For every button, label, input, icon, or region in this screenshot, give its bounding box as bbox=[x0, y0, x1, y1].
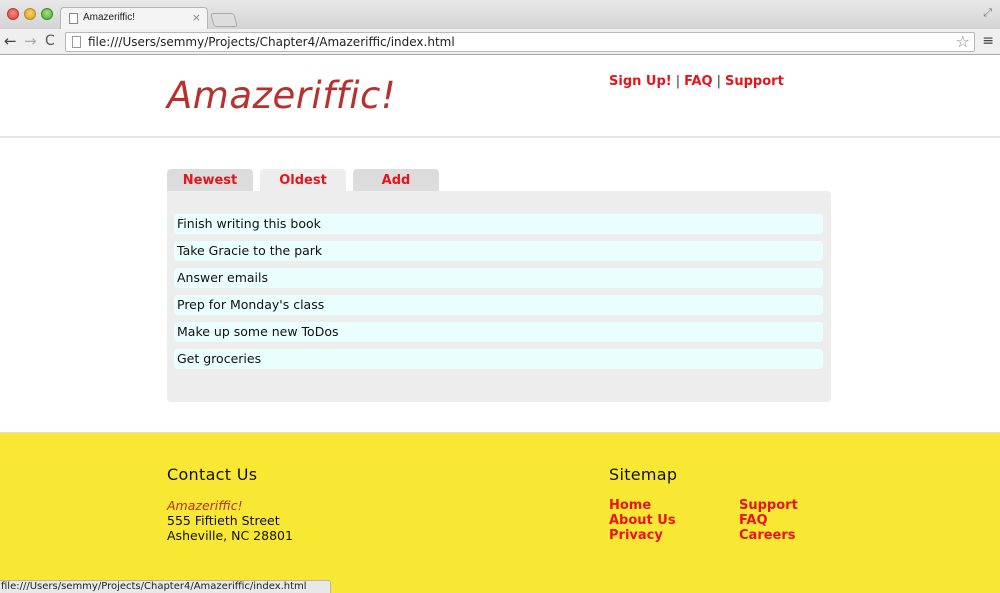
zoom-window-button[interactable] bbox=[41, 8, 53, 20]
menu-icon[interactable]: ≡ bbox=[982, 34, 994, 48]
close-window-button[interactable] bbox=[7, 8, 19, 20]
page-icon bbox=[69, 13, 78, 24]
sitemap-column-2: Support FAQ Careers bbox=[739, 498, 869, 543]
todo-item: Finish writing this book bbox=[174, 214, 823, 234]
contact-section: Contact Us Amazeriffic! 555 Fiftieth Str… bbox=[167, 465, 293, 543]
todo-item: Get groceries bbox=[174, 349, 823, 369]
bookmark-star-icon[interactable]: ☆ bbox=[956, 32, 970, 51]
todo-item: Prep for Monday's class bbox=[174, 295, 823, 315]
todo-item: Make up some new ToDos bbox=[174, 322, 823, 342]
sitemap-section: Sitemap Home About Us Privacy Support FA… bbox=[609, 465, 869, 543]
signup-link[interactable]: Sign Up! bbox=[609, 74, 672, 89]
page-icon bbox=[72, 36, 81, 48]
support-link[interactable]: Support bbox=[725, 74, 784, 89]
nav-separator: | bbox=[675, 74, 681, 89]
contact-heading: Contact Us bbox=[167, 465, 258, 484]
status-bar: file:///Users/semmy/Projects/Chapter4/Am… bbox=[0, 580, 331, 593]
sitemap-link-privacy[interactable]: Privacy bbox=[609, 528, 739, 543]
contact-brand: Amazeriffic! bbox=[167, 498, 243, 513]
tab-title: Amazeriffic! bbox=[83, 12, 136, 23]
todo-item: Answer emails bbox=[174, 268, 823, 288]
sitemap-link-home[interactable]: Home bbox=[609, 498, 739, 513]
nav-separator: | bbox=[716, 74, 721, 89]
tab-add[interactable]: Add bbox=[353, 169, 439, 192]
browser-toolbar: ← → C file:///Users/semmy/Projects/Chapt… bbox=[0, 29, 1000, 55]
page: Amazeriffic! Sign Up! | FAQ | Support Newest… bbox=[0, 56, 1000, 593]
new-tab-button[interactable] bbox=[210, 13, 238, 27]
reload-icon[interactable]: C bbox=[45, 33, 55, 49]
todo-item: Take Gracie to the park bbox=[174, 241, 823, 261]
faq-link[interactable]: FAQ bbox=[684, 74, 713, 89]
tab-oldest[interactable]: Oldest bbox=[260, 169, 346, 192]
browser-titlebar: Amazeriffic! × ⤢ bbox=[0, 0, 1000, 30]
back-icon[interactable]: ← bbox=[4, 33, 17, 49]
site-header: Amazeriffic! Sign Up! | FAQ | Support bbox=[0, 56, 1000, 138]
minimize-window-button[interactable] bbox=[24, 8, 36, 20]
top-nav: Sign Up! | FAQ | Support bbox=[609, 74, 784, 89]
sitemap-columns: Home About Us Privacy Support FAQ Career… bbox=[609, 498, 869, 543]
forward-icon[interactable]: → bbox=[24, 33, 37, 49]
contact-street: 555 Fiftieth Street bbox=[167, 513, 280, 528]
address-bar[interactable]: file:///Users/semmy/Projects/Chapter4/Am… bbox=[65, 32, 975, 52]
contact-city: Asheville, NC 28801 bbox=[167, 528, 293, 543]
tab-close-icon[interactable]: × bbox=[192, 11, 201, 24]
address-url[interactable]: file:///Users/semmy/Projects/Chapter4/Am… bbox=[88, 35, 455, 49]
sitemap-column-1: Home About Us Privacy bbox=[609, 498, 739, 543]
todo-panel: Finish writing this book Take Gracie to … bbox=[167, 191, 831, 402]
tab-newest[interactable]: Newest bbox=[167, 169, 253, 192]
browser-tab[interactable]: Amazeriffic! × bbox=[60, 7, 208, 30]
sitemap-heading: Sitemap bbox=[609, 465, 678, 484]
site-logo: Amazeriffic! bbox=[167, 74, 397, 117]
sitemap-link-faq[interactable]: FAQ bbox=[739, 513, 869, 528]
fullscreen-icon[interactable]: ⤢ bbox=[983, 6, 992, 20]
site-footer: Contact Us Amazeriffic! 555 Fiftieth Str… bbox=[0, 432, 1000, 593]
sitemap-link-about-us[interactable]: About Us bbox=[609, 513, 739, 528]
sitemap-link-support[interactable]: Support bbox=[739, 498, 869, 513]
todo-list: Finish writing this book Take Gracie to … bbox=[174, 214, 823, 376]
sitemap-link-careers[interactable]: Careers bbox=[739, 528, 869, 543]
